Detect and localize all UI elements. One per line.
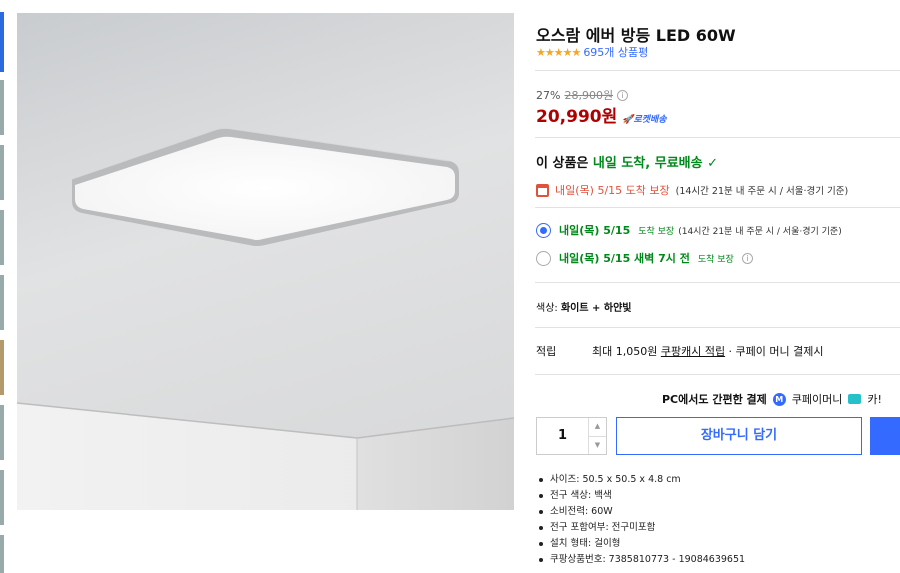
divider [535, 374, 900, 375]
spec-list: 사이즈: 50.5 x 50.5 x 4.8 cm 전구 색상: 백색 소비전력… [536, 472, 745, 568]
delivery-option-date: 내일(목) 5/15 [559, 224, 631, 237]
easy-payment-text: PC에서도 간편한 결제 [662, 393, 767, 406]
divider [535, 327, 900, 328]
coupay-icon: M [772, 392, 786, 406]
rocket-delivery-badge: 🚀로켓배송 [622, 112, 666, 127]
thumbnail[interactable] [0, 80, 4, 135]
coupay-label: 쿠페이머니 [791, 393, 843, 406]
check-icon: ✓ [707, 156, 719, 171]
option-value: 화이트 + 하얀빛 [560, 303, 632, 314]
thumbnail[interactable] [0, 470, 4, 525]
review-count-link[interactable]: 695개 상품평 [583, 44, 648, 60]
delivery-option-date: 내일(목) 5/15 새벽 7시 전 [559, 252, 690, 265]
spec-item: 사이즈: 50.5 x 50.5 x 4.8 cm [536, 472, 745, 488]
calendar-icon [536, 183, 549, 197]
thumbnail[interactable] [0, 340, 4, 395]
original-price: 28,900원 [564, 89, 614, 102]
arrival-headline-prefix: 이 상품은 [536, 156, 593, 171]
spec-item: 소비전력: 60W [536, 504, 745, 520]
delivery-option-2[interactable]: 내일(목) 5/15 새벽 7시 전 도착 보장 i [536, 250, 753, 266]
star-rating-icon: ★★★★★ [536, 45, 581, 59]
rocket-icon: 🚀 [622, 115, 634, 125]
spec-item: 전구 색상: 백색 [536, 488, 745, 504]
add-to-cart-button[interactable]: 장바구니 담기 [616, 417, 862, 455]
divider [535, 207, 900, 208]
info-icon[interactable]: i [617, 89, 629, 101]
quantity-input[interactable]: 1 [537, 418, 588, 454]
easy-payment-row: PC에서도 간편한 결제 M 쿠페이머니 카! [662, 391, 882, 407]
price-row: 20,990원 🚀로켓배송 [536, 102, 667, 127]
arrival-headline-highlight: 내일 도착, 무료배송 [592, 156, 703, 171]
discount-rate: 27% [536, 88, 561, 102]
product-image[interactable] [17, 13, 514, 510]
spec-item: 쿠팡상품번호: 7385810773 - 19084639651 [536, 552, 745, 568]
delivery-option-guarantee: 도착 보장 [697, 254, 734, 265]
product-info-panel: 오스람 에버 방등 LED 60W ★★★★★ 695개 상품평 27% 28,… [535, 0, 900, 573]
sale-price: 20,990원 [536, 107, 618, 127]
decrease-button[interactable]: ▼ [589, 435, 606, 455]
spec-item: 전구 포함여부: 전구미포함 [536, 520, 745, 536]
card-label: 카! [867, 393, 882, 406]
arrival-guarantee-text: 내일(목) 5/15 도착 보장 [555, 184, 670, 197]
option-label: 색상: [536, 303, 558, 314]
radio-selected-icon[interactable] [536, 222, 551, 238]
thumbnail-strip [0, 0, 4, 573]
delivery-option-detail: (14시간 21분 내 주문 시 / 서울·경기 기준) [678, 226, 842, 237]
thumbnail[interactable] [0, 275, 4, 330]
cash-reward-row: 적립 최대 1,050원 쿠팡캐시 적립 · 쿠페이 머니 결제시 [536, 343, 824, 359]
radio-unselected-icon[interactable] [536, 250, 551, 266]
increase-button[interactable]: ▲ [589, 418, 606, 436]
reward-text: 최대 1,050원 쿠팡캐시 적립 · 쿠페이 머니 결제시 [592, 343, 824, 359]
thumbnail[interactable] [0, 210, 4, 265]
reward-label: 적립 [536, 345, 557, 358]
quantity-buttons: ▲ ▼ [588, 418, 606, 454]
arrival-guarantee-row: 내일(목) 5/15 도착 보장 (14시간 21분 내 주문 시 / 서울·경… [536, 182, 848, 198]
reward-prefix: 최대 1,050원 [592, 345, 661, 358]
info-icon[interactable]: i [741, 252, 753, 264]
arrival-headline: 이 상품은 내일 도착, 무료배송 ✓ [536, 152, 718, 171]
thumbnail[interactable] [0, 535, 4, 573]
reward-suffix: · 쿠페이 머니 결제시 [725, 345, 824, 358]
card-icon [848, 394, 862, 404]
rating-row[interactable]: ★★★★★ 695개 상품평 [536, 44, 648, 60]
discount-row: 27% 28,900원 i [536, 87, 629, 103]
thumbnail[interactable] [0, 145, 4, 200]
arrival-guarantee-detail: (14시간 21분 내 주문 시 / 서울·경기 기준) [675, 186, 849, 197]
coupang-cash-link[interactable]: 쿠팡캐시 적립 [661, 345, 725, 358]
selected-option: 색상: 화이트 + 하얀빛 [536, 299, 632, 314]
quantity-stepper[interactable]: 1 ▲ ▼ [536, 417, 607, 455]
spec-item: 설치 형태: 걸이형 [536, 536, 745, 552]
buy-now-button[interactable] [870, 417, 900, 455]
delivery-option-1[interactable]: 내일(목) 5/15 도착 보장 (14시간 21분 내 주문 시 / 서울·경… [536, 222, 842, 238]
delivery-option-guarantee: 도착 보장 [638, 226, 675, 237]
thumbnail-selected[interactable] [0, 12, 4, 72]
product-title: 오스람 에버 방등 LED 60W [536, 26, 736, 45]
divider [535, 282, 900, 283]
rocket-delivery-label: 로켓배송 [633, 115, 667, 125]
thumbnail[interactable] [0, 405, 4, 460]
divider [535, 70, 900, 71]
divider [535, 137, 900, 138]
